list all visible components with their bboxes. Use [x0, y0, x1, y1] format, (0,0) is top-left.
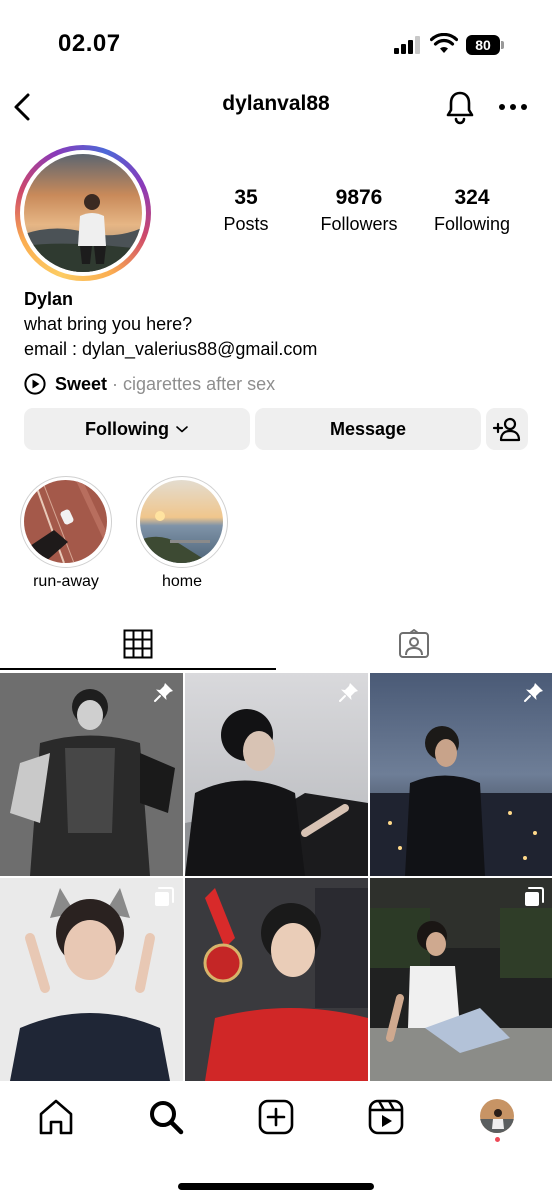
home-indicator [178, 1183, 374, 1190]
grid-icon [123, 629, 153, 659]
bell-icon[interactable] [444, 89, 476, 125]
search-icon[interactable] [146, 1097, 186, 1137]
story-highlight[interactable]: home [136, 476, 228, 591]
bio-line: what bring you here? [24, 314, 193, 334]
post-thumbnail[interactable] [0, 878, 183, 1081]
profile-display-name: Dylan [24, 289, 74, 309]
message-button-label: Message [329, 418, 407, 439]
profile-avatar-story-ring[interactable] [15, 145, 151, 281]
pin-icon [154, 683, 173, 702]
profile-avatar-nav[interactable] [480, 1099, 514, 1133]
chevron-down-icon [176, 426, 188, 433]
pin-icon [339, 683, 358, 702]
pin-icon [524, 683, 543, 702]
active-tab-indicator [0, 668, 276, 670]
posts-stat[interactable]: 35 Posts [190, 186, 302, 235]
post-thumbnail[interactable] [370, 673, 552, 876]
post-thumbnail[interactable] [185, 878, 368, 1081]
music-title: Sweet [55, 373, 108, 394]
status-bar: 02.07 80 [0, 0, 552, 80]
profile-header: dylanval88 [0, 80, 552, 134]
play-circle-icon [24, 373, 46, 395]
posts-count: 35 [234, 186, 258, 209]
posts-label: Posts [223, 214, 269, 234]
following-stat[interactable]: 324 Following [416, 186, 528, 235]
profile-tabs [0, 618, 552, 670]
wifi-icon [430, 33, 458, 53]
post-thumbnail[interactable] [0, 673, 183, 876]
following-count: 324 [454, 186, 490, 209]
profile-stats: 35 Posts 9876 Followers 324 Following [190, 186, 540, 246]
followers-label: Followers [320, 214, 398, 234]
music-separator: · [112, 373, 119, 394]
following-button[interactable]: Following [24, 408, 250, 450]
tagged-icon [399, 629, 429, 658]
profile-bio: Dylan what bring you here? email : dylan… [24, 287, 534, 362]
tab-tagged[interactable] [276, 618, 552, 670]
posts-grid [0, 673, 552, 1081]
profile-music[interactable]: Sweet · cigarettes after sex [24, 371, 275, 397]
following-label: Following [433, 214, 511, 234]
notification-dot [495, 1137, 500, 1142]
bio-email[interactable]: email : dylan_valerius88@gmail.com [24, 337, 534, 362]
following-button-label: Following [85, 418, 169, 439]
post-thumbnail[interactable] [370, 878, 552, 1081]
profile-avatar[interactable] [24, 154, 142, 272]
battery-icon: 80 [466, 35, 504, 55]
more-horizontal-icon[interactable] [498, 94, 528, 120]
status-time: 02.07 [58, 30, 121, 57]
carousel-icon [155, 887, 174, 906]
battery-level: 80 [466, 35, 500, 55]
cellular-signal-icon [394, 36, 420, 54]
add-person-icon [492, 417, 521, 442]
story-highlight[interactable]: run-away [20, 476, 112, 591]
music-artist: cigarettes after sex [123, 373, 276, 394]
followers-count: 9876 [335, 186, 383, 209]
followers-stat[interactable]: 9876 Followers [302, 186, 416, 235]
reels-icon[interactable] [366, 1097, 406, 1137]
tab-posts-grid[interactable] [0, 618, 276, 670]
home-icon[interactable] [36, 1097, 76, 1137]
highlight-label: home [161, 573, 203, 590]
carousel-icon [525, 887, 544, 906]
create-icon[interactable] [256, 1097, 296, 1137]
suggested-people-button[interactable] [486, 408, 528, 450]
message-button[interactable]: Message [255, 408, 481, 450]
highlight-label: run-away [33, 573, 99, 590]
post-thumbnail[interactable] [185, 673, 368, 876]
highlight-cover [140, 480, 223, 563]
highlight-cover [24, 480, 107, 563]
